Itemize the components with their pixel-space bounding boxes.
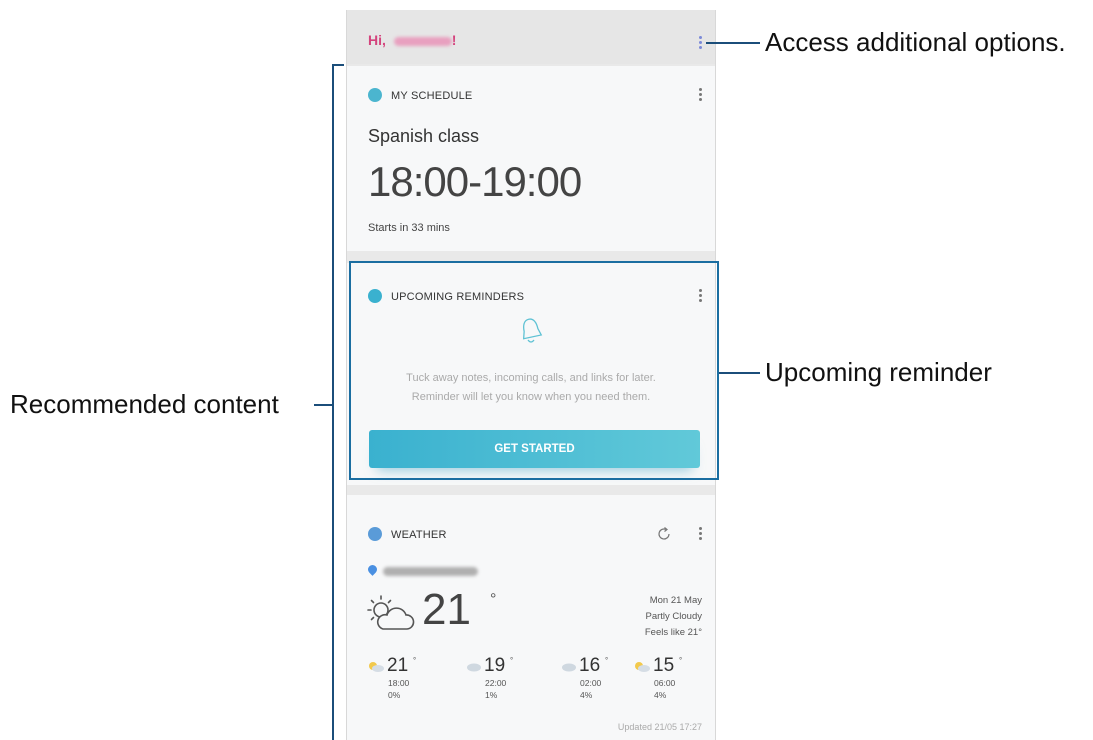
forecast-time: 18:00 (388, 678, 410, 688)
weather-condition: Partly Cloudy (645, 611, 703, 622)
reminder-callout: Upcoming reminder (765, 357, 992, 387)
reminder-highlight-box (349, 261, 719, 480)
options-callout-line (706, 42, 760, 44)
forecast-precip: 4% (580, 690, 593, 700)
sun-cloud-icon (635, 662, 650, 672)
partly-cloudy-icon (367, 595, 415, 630)
top-bar: Hi, ! (347, 10, 715, 64)
weather-updated: Updated 21/05 17:27 (617, 722, 702, 732)
forecast-time: 06:00 (654, 678, 676, 688)
recommended-callout: Recommended content (10, 389, 279, 419)
forecast-degree: ° (413, 656, 417, 665)
greeting-end: ! (451, 32, 457, 48)
weather-card-icon (368, 527, 382, 541)
event-title: Spanish class (368, 126, 480, 146)
forecast-degree: ° (510, 656, 514, 665)
reminder-callout-line (719, 372, 760, 374)
calendar-icon (368, 88, 382, 102)
schedule-more-icon[interactable] (699, 88, 703, 104)
cloud-icon (467, 663, 481, 672)
event-time: 18:00-19:00 (368, 158, 582, 205)
greeting: Hi, ! (368, 32, 456, 48)
options-callout: Access additional options. (765, 27, 1066, 57)
weather-date: Mon 21 May (649, 595, 702, 606)
event-countdown: Starts in 33 mins (368, 222, 450, 234)
recommended-callout-line (314, 404, 332, 406)
feels-like: Feels like 21° (644, 627, 702, 638)
weather-card-title: WEATHER (391, 529, 447, 541)
forecast-degree: ° (605, 656, 609, 665)
forecast-temp: 15 (653, 655, 675, 676)
current-temperature: 21 (422, 585, 471, 634)
more-options-icon[interactable] (699, 36, 703, 52)
sun-cloud-icon (369, 662, 384, 672)
forecast-temp: 21 (387, 655, 409, 676)
temperature-degree: ° (490, 591, 497, 608)
schedule-card[interactable]: MY SCHEDULE Spanish class 18:00-19:00 St… (347, 66, 715, 251)
refresh-icon[interactable] (656, 526, 672, 542)
forecast-temp: 19 (484, 655, 506, 676)
forecast-temp: 16 (579, 655, 601, 676)
forecast-precip: 1% (485, 690, 498, 700)
greeting-text: Hi, (368, 32, 390, 48)
forecast-precip: 0% (388, 690, 401, 700)
forecast-time: 22:00 (485, 678, 507, 688)
schedule-card-title: MY SCHEDULE (391, 90, 473, 102)
location-pin-icon (366, 563, 379, 576)
user-name-blurred (393, 36, 452, 46)
forecast-precip: 4% (654, 690, 667, 700)
location-name-blurred (383, 567, 478, 576)
recommended-bracket-top (332, 64, 344, 66)
recommended-bracket-line (332, 64, 334, 740)
forecast-degree: ° (679, 656, 683, 665)
weather-more-icon[interactable] (699, 527, 703, 543)
weather-card[interactable]: WEATHER 21 ° Mon 21 May Partly Cloudy Fe… (347, 495, 715, 740)
forecast-time: 02:00 (580, 678, 602, 688)
cloud-icon (562, 663, 576, 672)
